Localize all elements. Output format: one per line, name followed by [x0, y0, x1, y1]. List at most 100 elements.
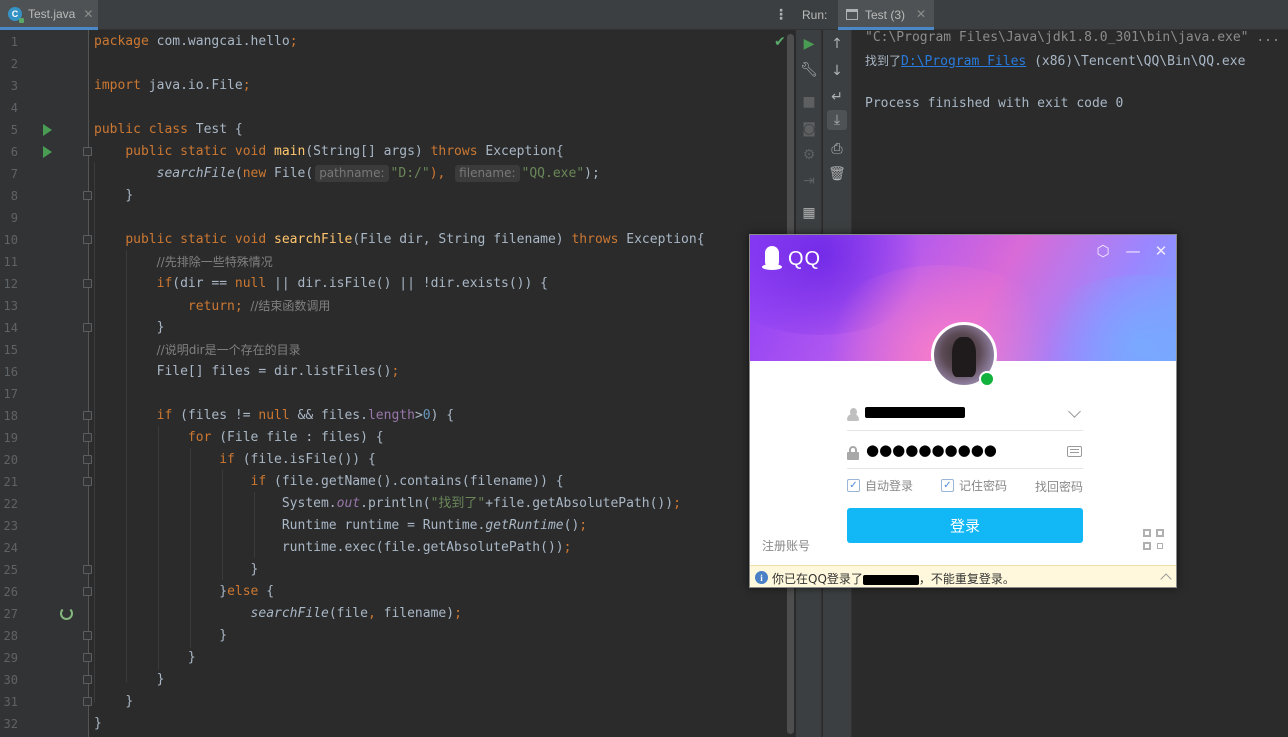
- code-line[interactable]: 27 searchFile(file, filename);: [0, 603, 780, 625]
- settings-icon[interactable]: ⬡: [1093, 241, 1113, 261]
- recursive-call-icon[interactable]: [60, 607, 73, 620]
- scroll-to-end-icon[interactable]: ⤓: [827, 110, 847, 130]
- code-line[interactable]: 19 for (File file : files) {: [0, 427, 780, 449]
- code-line[interactable]: 28 }: [0, 625, 780, 647]
- code-text: if(dir == null || dir.isFile() || !dir.e…: [94, 273, 548, 295]
- chevron-up-icon[interactable]: [1160, 573, 1172, 585]
- console-output[interactable]: "C:\Program Files\Java\jdk1.8.0_301\bin\…: [865, 30, 1285, 118]
- keyword: else: [227, 584, 259, 599]
- fold-icon[interactable]: [83, 411, 92, 420]
- login-button[interactable]: 登录: [847, 508, 1083, 543]
- close-icon[interactable]: ✕: [1151, 241, 1171, 261]
- code-line[interactable]: 21 if (file.getName().contains(filename)…: [0, 471, 780, 493]
- camera-icon[interactable]: ◙: [799, 119, 819, 139]
- auto-login-option[interactable]: ✓ 自动登录: [847, 477, 913, 494]
- code-line[interactable]: 29 }: [0, 647, 780, 669]
- qr-code-icon[interactable]: [1143, 529, 1166, 552]
- fold-icon[interactable]: [83, 147, 92, 156]
- debug-settings-icon[interactable]: ⚙: [799, 145, 819, 165]
- fold-icon[interactable]: [83, 235, 92, 244]
- file-path-link[interactable]: D:\Program Files: [901, 54, 1026, 69]
- account-field[interactable]: [847, 397, 1083, 431]
- keyboard-icon[interactable]: [1067, 446, 1082, 457]
- close-icon[interactable]: ✕: [916, 7, 926, 21]
- code-line[interactable]: 11 //先排除一些特殊情况: [0, 251, 780, 273]
- code-line[interactable]: 7 searchFile(new File(pathname: "D:/"), f…: [0, 163, 780, 185]
- code-line[interactable]: 26 }else {: [0, 581, 780, 603]
- statement: File[] files = dir.listFiles(): [156, 364, 392, 379]
- arrow-down-icon[interactable]: ↓: [827, 61, 847, 81]
- code-line[interactable]: 2: [0, 53, 780, 75]
- code-line[interactable]: 8 }: [0, 185, 780, 207]
- code-line[interactable]: 18 if (files != null && files.length>0) …: [0, 405, 780, 427]
- print-icon[interactable]: ⎙: [827, 139, 847, 159]
- remember-password-checkbox[interactable]: ✓: [941, 479, 954, 492]
- code-line[interactable]: 10 public static void searchFile(File di…: [0, 229, 780, 251]
- code-text: runtime.exec(file.getAbsolutePath());: [94, 537, 572, 559]
- code-line[interactable]: 23 Runtime runtime = Runtime.getRuntime(…: [0, 515, 780, 537]
- run-gutter-icon[interactable]: [43, 146, 52, 158]
- fold-icon[interactable]: [83, 675, 92, 684]
- code-line[interactable]: 6 public static void main(String[] args)…: [0, 141, 780, 163]
- wrench-icon[interactable]: 🔧︎: [799, 60, 819, 80]
- code-line[interactable]: 3 import java.io.File;: [0, 75, 780, 97]
- fold-icon[interactable]: [83, 191, 92, 200]
- fold-icon[interactable]: [83, 323, 92, 332]
- code-line[interactable]: 5 public class Test {: [0, 119, 780, 141]
- code-line[interactable]: 25 }: [0, 559, 780, 581]
- params: (File dir, String filename): [352, 232, 572, 247]
- keyword: public static void: [125, 144, 267, 159]
- stop-icon[interactable]: ■: [799, 92, 819, 112]
- login-icon[interactable]: ⇥: [799, 171, 819, 191]
- trash-icon[interactable]: 🗑︎: [827, 164, 847, 184]
- fold-icon[interactable]: [83, 433, 92, 442]
- code-line[interactable]: 14 }: [0, 317, 780, 339]
- fold-icon[interactable]: [83, 455, 92, 464]
- line-number: 9: [10, 211, 18, 225]
- layout-icon[interactable]: ▦: [799, 203, 819, 223]
- fold-icon[interactable]: [83, 587, 92, 596]
- soft-wrap-icon[interactable]: ↵: [827, 87, 847, 107]
- code-line[interactable]: 9: [0, 207, 780, 229]
- minimize-icon[interactable]: —: [1123, 241, 1143, 261]
- fold-icon[interactable]: [83, 697, 92, 706]
- code-text: import java.io.File;: [94, 75, 251, 97]
- arrow-up-icon[interactable]: ↑: [827, 34, 847, 54]
- code-line[interactable]: 32 }: [0, 713, 780, 735]
- code-text: }: [94, 559, 259, 581]
- close-icon[interactable]: ✕: [83, 7, 93, 21]
- rerun-icon[interactable]: ▶: [799, 34, 819, 54]
- code-line[interactable]: 12 if(dir == null || dir.isFile() || !di…: [0, 273, 780, 295]
- code-line[interactable]: 17: [0, 383, 780, 405]
- tab-test-java[interactable]: C Test.java ✕: [0, 0, 98, 30]
- code-line[interactable]: 15 //说明dir是一个存在的目录: [0, 339, 780, 361]
- register-account-link[interactable]: 注册账号: [762, 537, 810, 554]
- password-field[interactable]: ●●●●●●●●●●: [847, 435, 1083, 469]
- code-line[interactable]: 1 package com.wangcai.hello;: [0, 31, 780, 53]
- code-line[interactable]: 24 runtime.exec(file.getAbsolutePath());: [0, 537, 780, 559]
- code-line[interactable]: 31 }: [0, 691, 780, 713]
- fold-icon[interactable]: [83, 631, 92, 640]
- fold-icon[interactable]: [83, 565, 92, 574]
- fold-icon[interactable]: [83, 279, 92, 288]
- expr: (File file : files) {: [211, 430, 384, 445]
- chevron-down-icon[interactable]: [1068, 405, 1081, 418]
- code-editor[interactable]: C Test.java ✕ ⋮ ✔ 1 package com.wangcai.…: [0, 0, 796, 737]
- remember-password-option[interactable]: ✓ 记住密码: [941, 477, 1007, 494]
- fold-icon[interactable]: [83, 477, 92, 486]
- code-line[interactable]: 30 }: [0, 669, 780, 691]
- retrieve-password-link[interactable]: 找回密码: [1035, 478, 1083, 495]
- auto-login-checkbox[interactable]: ✓: [847, 479, 860, 492]
- code-line[interactable]: 20 if (file.isFile()) {: [0, 449, 780, 471]
- more-vertical-icon[interactable]: ⋮: [774, 7, 788, 23]
- tab-run-test[interactable]: Test (3) ✕: [838, 0, 934, 30]
- code-line[interactable]: 4: [0, 97, 780, 119]
- line-number: 19: [3, 431, 18, 445]
- params: (String[] args): [305, 144, 431, 159]
- run-gutter-icon[interactable]: [43, 124, 52, 136]
- code-line[interactable]: 22 System.out.println("找到了"+file.getAbso…: [0, 493, 780, 515]
- code-line[interactable]: 16 File[] files = dir.listFiles();: [0, 361, 780, 383]
- code-line[interactable]: 13 return; //结束函数调用: [0, 295, 780, 317]
- editor-tab-bar: C Test.java ✕ ⋮: [0, 0, 796, 30]
- fold-icon[interactable]: [83, 653, 92, 662]
